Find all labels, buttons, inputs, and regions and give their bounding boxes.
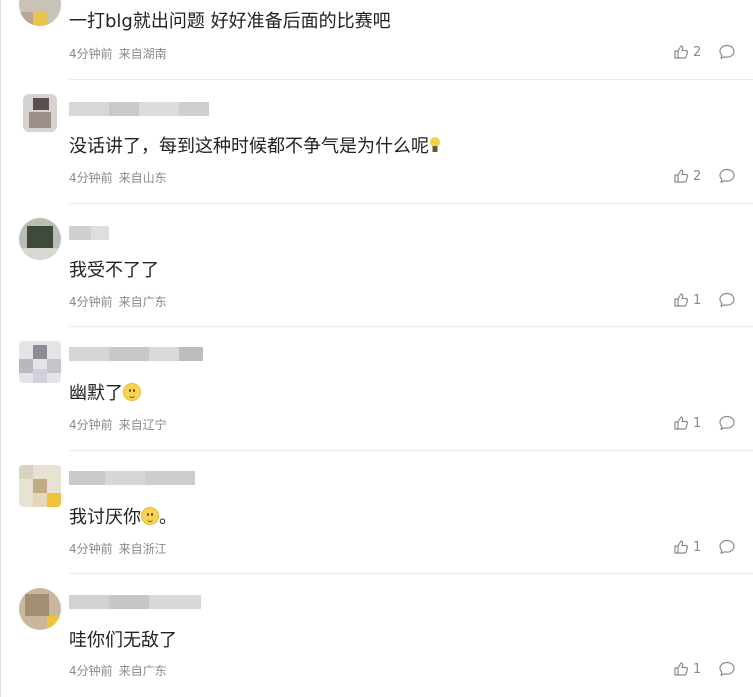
thumbs-up-icon [674,662,689,676]
thumbs-up-icon [674,293,689,307]
comment-bubble-icon [719,168,735,183]
username-blurred[interactable] [69,471,195,485]
thumbs-up-icon [674,416,689,430]
comment-meta: 4分钟前 来自辽宁 [69,416,167,433]
comment-time: 4分钟前 [69,295,113,309]
avatar[interactable] [19,0,61,26]
thumbs-up-icon [674,45,689,59]
comment-item: 我受不了了 4分钟前 来自广东 1 [1,204,753,327]
comment-location: 来自辽宁 [118,418,167,432]
comment-item: 我讨厌你。 4分钟前 来自浙江 1 [1,451,753,574]
comment-bubble-icon [719,539,735,554]
thumbs-up-icon [674,169,689,183]
comment-meta: 4分钟前 来自广东 [69,662,167,679]
comment-text: 一打blg就出问题 好好准备后面的比赛吧 [69,11,391,32]
comment-text: 幽默了 [69,379,141,405]
comment-time: 4分钟前 [69,664,113,678]
comment-meta: 4分钟前 来自浙江 [69,540,167,557]
reply-button[interactable] [718,415,736,435]
like-button[interactable]: 1 [673,415,701,431]
username-blurred[interactable] [69,102,209,116]
like-button[interactable]: 1 [673,539,701,555]
like-count: 2 [693,168,702,184]
comment-text-content: 我讨厌你 [69,507,141,528]
comment-text: 我讨厌你。 [69,503,177,529]
comment-text-content: 幽默了 [69,383,123,404]
reply-button[interactable] [718,44,736,64]
like-button[interactable]: 1 [673,292,701,308]
avatar[interactable] [23,94,57,132]
smile-emoji-icon [141,507,159,525]
reply-button[interactable] [718,168,736,188]
like-count: 2 [693,44,702,60]
comment-text-punctuation: 。 [159,507,177,528]
like-count: 1 [693,415,702,431]
avatar[interactable] [19,588,61,630]
reply-button[interactable] [718,292,736,312]
username-blurred[interactable] [69,347,203,361]
reply-button[interactable] [718,661,736,681]
comment-location: 来自广东 [118,295,167,309]
like-count: 1 [693,539,702,555]
comment-bubble-icon [719,44,735,59]
comment-time: 4分钟前 [69,47,113,61]
avatar[interactable] [19,218,61,260]
comment-location: 来自浙江 [118,542,167,556]
comment-item: 幽默了 4分钟前 来自辽宁 1 [1,327,753,451]
comment-item: 一打blg就出问题 好好准备后面的比赛吧 4分钟前 来自湖南 2 [1,0,753,80]
comment-bubble-icon [719,661,735,676]
comment-item: 哇你们无敌了 4分钟前 来自广东 1 [1,574,753,697]
comment-text: 哇你们无敌了 [69,630,177,651]
like-count: 1 [693,292,702,308]
comment-time: 4分钟前 [69,542,113,556]
comment-meta: 4分钟前 来自山东 [69,169,167,186]
username-blurred[interactable] [69,226,109,240]
comment-text: 我受不了了 [69,260,159,281]
comment-meta: 4分钟前 来自广东 [69,293,167,310]
comment-text-content: 没话讲了，每到这种时候都不争气是为什么呢 [69,136,429,157]
comment-location: 来自广东 [118,664,167,678]
comment-time: 4分钟前 [69,418,113,432]
like-button[interactable]: 2 [673,44,701,60]
comment-bubble-icon [719,292,735,307]
comment-bubble-icon [719,415,735,430]
comment-location: 来自湖南 [118,47,167,61]
thumbs-up-icon [674,540,689,554]
like-button[interactable]: 1 [673,661,701,677]
avatar[interactable] [19,465,61,507]
smile-emoji-icon [123,383,141,401]
comment-meta: 4分钟前 来自湖南 [69,45,167,62]
username-blurred[interactable] [69,595,201,609]
like-count: 1 [693,661,702,677]
like-button[interactable]: 2 [673,168,701,184]
reply-button[interactable] [718,539,736,559]
comment-location: 来自山东 [118,171,167,185]
comment-item: 没话讲了，每到这种时候都不争气是为什么呢 4分钟前 来自山东 2 [1,80,753,204]
avatar[interactable] [19,341,61,383]
comment-time: 4分钟前 [69,171,113,185]
lightbulb-icon [429,136,441,154]
comment-text: 没话讲了，每到这种时候都不争气是为什么呢 [69,132,441,158]
